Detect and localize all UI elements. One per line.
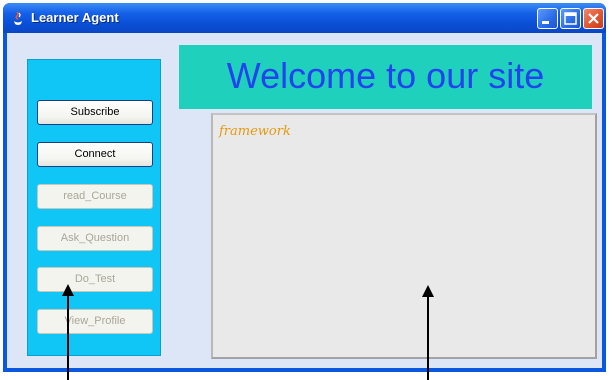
window-content: Subscribe Connect read_Course Ask_Questi… xyxy=(7,33,602,369)
window-title: Learner Agent xyxy=(31,10,119,25)
read-course-button[interactable]: read_Course xyxy=(37,184,153,209)
framework-label: framework xyxy=(219,124,291,139)
framework-panel: framework xyxy=(211,113,597,359)
do-test-button[interactable]: Do_Test xyxy=(37,267,153,292)
connect-button[interactable]: Connect xyxy=(37,142,153,167)
subscribe-button[interactable]: Subscribe xyxy=(37,100,153,125)
banner-title: Welcome to our site xyxy=(226,55,545,96)
sidebar-panel: Subscribe Connect read_Course Ask_Questi… xyxy=(27,59,161,356)
annotation-arrow-sidebar xyxy=(62,284,74,380)
welcome-banner: Welcome to our site xyxy=(179,45,592,109)
ask-question-button[interactable]: Ask_Question xyxy=(37,226,153,251)
maximize-icon xyxy=(564,12,577,25)
minimize-icon xyxy=(542,21,549,24)
title-bar[interactable]: Learner Agent xyxy=(3,3,606,33)
application-window: Learner Agent Subscribe Connect read_Cou… xyxy=(3,3,606,372)
close-button[interactable] xyxy=(583,8,604,29)
view-profile-button[interactable]: View_Profile xyxy=(37,309,153,334)
close-icon xyxy=(588,13,599,24)
maximize-button[interactable] xyxy=(560,8,581,29)
minimize-button[interactable] xyxy=(537,8,558,29)
java-cup-icon xyxy=(14,11,22,25)
annotation-arrow-panel xyxy=(422,285,434,380)
